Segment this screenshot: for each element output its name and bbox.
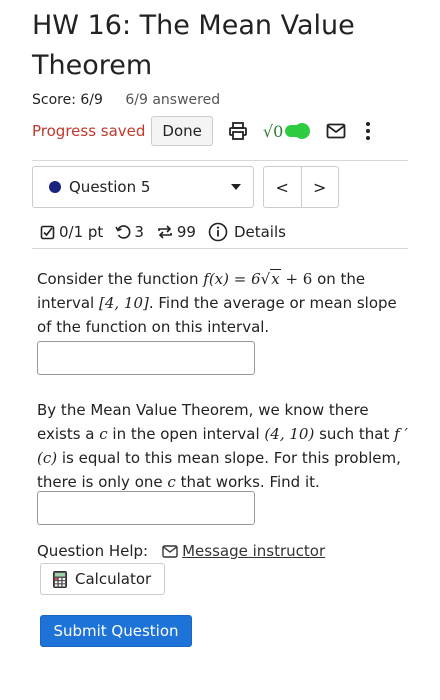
question-help-row: Question Help: Message instructor xyxy=(37,542,325,560)
retries-value: 3 xyxy=(134,223,144,241)
toggle-switch[interactable] xyxy=(285,123,311,139)
calculator-label: Calculator xyxy=(75,570,152,588)
meta-divider xyxy=(32,248,408,249)
interval-closed: [4, 10] xyxy=(98,294,149,312)
mean-slope-answer-input[interactable] xyxy=(37,341,255,375)
math-entry-toggle[interactable]: √0 xyxy=(262,121,311,141)
top-divider xyxy=(32,160,408,161)
question-select-label: Question 5 xyxy=(69,178,151,196)
question-part-1: Consider the function f(x) = 6√x + 6 on … xyxy=(37,269,397,336)
next-question-button[interactable]: > xyxy=(300,167,339,207)
question-status-dot xyxy=(49,181,61,193)
caret-down-icon xyxy=(231,184,241,190)
function-expression: f(x) = 6√x + 6 xyxy=(203,269,313,288)
points-item: 0/1 pt xyxy=(40,223,103,241)
points-value: 0/1 pt xyxy=(59,223,104,241)
sqrt-icon: √0 xyxy=(262,121,284,141)
printer-icon[interactable] xyxy=(227,119,249,143)
mail-icon xyxy=(162,544,178,558)
action-row: Progress saved Done √0 xyxy=(32,116,412,146)
question-meta: 0/1 pt 3 99 Details xyxy=(40,220,286,244)
calculator-icon xyxy=(53,570,67,588)
undo-icon xyxy=(115,225,131,239)
page-title: HW 16: The Mean Value Theorem xyxy=(32,10,355,81)
attempts-item: 99 xyxy=(156,223,196,241)
checkbox-edit-icon xyxy=(40,225,55,240)
c-value-answer-input[interactable] xyxy=(37,491,255,525)
calculator-button[interactable]: Calculator xyxy=(40,563,165,595)
mail-icon[interactable] xyxy=(325,119,347,143)
question-part-2: By the Mean Value Theorem, we know there… xyxy=(37,401,408,491)
question-nav-group: < > xyxy=(263,166,339,208)
repeat-icon xyxy=(158,225,172,239)
progress-saved-status: Progress saved xyxy=(32,122,146,140)
details-button[interactable]: Details xyxy=(208,222,286,242)
retries-item: 3 xyxy=(115,223,144,241)
details-label: Details xyxy=(233,223,286,241)
done-button[interactable]: Done xyxy=(151,116,213,146)
question-help-label: Question Help: xyxy=(37,542,149,560)
question-select[interactable]: Question 5 xyxy=(32,166,254,208)
answered-count: 6/9 answered xyxy=(125,92,221,108)
submit-question-button[interactable]: Submit Question xyxy=(40,615,192,647)
attempts-value: 99 xyxy=(176,223,196,241)
message-instructor-link[interactable]: Message instructor xyxy=(162,542,325,560)
score-text: Score: 6/9 xyxy=(32,92,103,108)
interval-open: (4, 10) xyxy=(264,425,315,443)
score-row: Score: 6/9 6/9 answered xyxy=(32,92,220,108)
prev-question-button[interactable]: < xyxy=(264,167,301,207)
info-icon xyxy=(208,222,228,242)
more-options-icon[interactable] xyxy=(363,119,373,143)
